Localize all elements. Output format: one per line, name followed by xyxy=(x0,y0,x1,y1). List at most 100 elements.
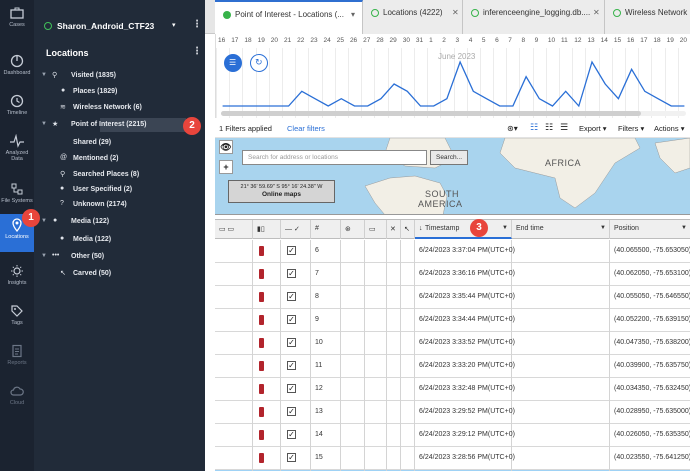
row-checkbox[interactable]: ✓ xyxy=(287,269,296,278)
tag-filter-icon[interactable]: ⊛▾ xyxy=(507,124,518,133)
table-row[interactable]: ✓ 14 6/24/2023 3:29:12 PM(UTC+0) (40.026050… xyxy=(215,424,690,447)
tree-item-searched-places[interactable]: ⚲ Searched Places (8) xyxy=(34,169,205,183)
table-row[interactable]: ✓ 7 6/24/2023 3:36:16 PM(UTC+0) (40.062050,… xyxy=(215,263,690,286)
table-cell: 6/24/2023 3:33:52 PM(UTC+0) xyxy=(415,332,515,355)
header-num[interactable]: # xyxy=(311,220,341,239)
tree-item-media[interactable]: ▼ ● Media (122) xyxy=(34,216,205,230)
rail-item-dashboard[interactable]: Dashboard xyxy=(0,50,34,86)
row-checkbox[interactable]: ✓ xyxy=(287,292,296,301)
header-tag[interactable]: ▮▯ xyxy=(253,220,281,239)
chevron-down-icon[interactable]: ▾ xyxy=(172,21,176,29)
rail-item-insights[interactable]: Insights xyxy=(0,260,34,296)
chevron-down-icon[interactable]: ▼ xyxy=(502,225,508,231)
close-icon: ✕ xyxy=(390,226,396,233)
table-cell: 6/24/2023 3:28:56 PM(UTC+0) xyxy=(415,447,515,470)
header-check[interactable]: — ✓ xyxy=(281,220,311,239)
rail-item-reports[interactable]: Reports xyxy=(0,340,34,376)
tag-color-icon xyxy=(259,453,264,463)
header-comment[interactable]: ▭ xyxy=(365,220,387,239)
rail-item-analyzed-data[interactable]: Analyzed Data xyxy=(0,130,34,168)
checklist-icon[interactable]: ☷ xyxy=(545,122,553,133)
rail-item-cloud[interactable]: Cloud xyxy=(0,380,34,416)
row-number: 13 xyxy=(315,408,323,415)
map-search-button[interactable]: Search... xyxy=(430,150,468,165)
row-checkbox[interactable]: ✓ xyxy=(287,407,296,416)
header-position[interactable]: Position ▼ xyxy=(610,220,690,239)
carve-icon: ↖ xyxy=(404,226,410,233)
table-row[interactable]: ✓ 9 6/24/2023 3:34:44 PM(UTC+0) (40.052200,… xyxy=(215,309,690,332)
map-layer-icon[interactable]: 👁 xyxy=(219,140,233,154)
tree-item-mentioned[interactable]: @ Mentioned (2) xyxy=(34,153,205,167)
table-row[interactable]: ✓ 11 6/24/2023 3:33:20 PM(UTC+0) (40.039900… xyxy=(215,355,690,378)
list-view-icon[interactable]: ☰ xyxy=(560,122,568,133)
tree-item-wireless-network[interactable]: ≋ Wireless Network (6) xyxy=(34,102,205,116)
actions-button[interactable]: Actions ▾ xyxy=(654,124,684,133)
case-selector[interactable]: Sharon_Android_CTF23 ▾ ⋮ xyxy=(34,18,205,34)
row-checkbox[interactable]: ✓ xyxy=(287,246,296,255)
export-button[interactable]: Export ▾ xyxy=(579,124,607,133)
chevron-down-icon[interactable]: ▼ xyxy=(41,218,47,224)
rail-item-timeline[interactable]: Timeline xyxy=(0,90,34,126)
timeline-scrollbar[interactable] xyxy=(221,111,686,116)
header-delete[interactable]: ✕ xyxy=(387,220,401,239)
header-tagged[interactable]: ⊛ xyxy=(341,220,365,239)
tree-item-other[interactable]: ▼ ••• Other (50) xyxy=(34,251,205,265)
header-end-time[interactable]: End time ▼ xyxy=(512,220,610,239)
chevron-down-icon[interactable]: ▼ xyxy=(41,253,47,259)
row-checkbox[interactable]: ✓ xyxy=(287,361,296,370)
map-search-input[interactable]: Search for address or locations xyxy=(242,150,427,165)
tree-item-unknown[interactable]: ? Unknown (2174) xyxy=(34,199,205,213)
timeline-refresh-button[interactable]: ↻ xyxy=(250,54,268,72)
tree-item-point-of-interest[interactable]: ▼ ★ Point of Interest (2215) xyxy=(34,119,205,133)
panel-kebab-icon[interactable]: ⋮ xyxy=(192,46,202,57)
tree-item-media-sub[interactable]: ● Media (122) xyxy=(34,234,205,248)
tree-item-places[interactable]: ● Places (1829) xyxy=(34,86,205,100)
filters-button[interactable]: Filters ▾ xyxy=(618,124,644,133)
table-cell: 6/24/2023 3:29:12 PM(UTC+0) xyxy=(415,424,515,447)
tab-locations[interactable]: Locations (4222) ✕ xyxy=(363,0,463,34)
tab-wireless-network[interactable]: Wireless Network xyxy=(605,0,690,34)
table-row[interactable]: ✓ 6 6/24/2023 3:37:04 PM(UTC+0) (40.065500,… xyxy=(215,240,690,263)
header-folder[interactable]: ▭ ▭ xyxy=(215,220,253,239)
table-row[interactable]: ✓ 10 6/24/2023 3:33:52 PM(UTC+0) (40.047350… xyxy=(215,332,690,355)
chevron-down-icon[interactable]: ▼ xyxy=(681,225,687,231)
row-checkbox[interactable]: ✓ xyxy=(287,315,296,324)
timeline-list-button[interactable]: ☰ xyxy=(224,54,242,72)
rail-item-cases[interactable]: Cases xyxy=(0,2,34,38)
zoom-in-button[interactable]: + xyxy=(219,160,233,174)
chevron-down-icon[interactable]: ▼ xyxy=(41,121,47,127)
tree-item-visited[interactable]: ▼ ⚲ Visited (1835) xyxy=(34,70,205,84)
map-coordinates-box[interactable]: 21° 36' 59.69" S 95° 16' 24.38" W Online… xyxy=(228,180,335,203)
tab-inferenceengine[interactable]: inferenceengine_logging.db.... ✕ xyxy=(463,0,605,34)
header-timestamp[interactable]: ↓ Timestamp ▼ xyxy=(415,220,512,239)
table-cell: 12 xyxy=(311,378,341,401)
chevron-down-icon[interactable]: ▾ xyxy=(351,10,355,19)
row-checkbox[interactable]: ✓ xyxy=(287,338,296,347)
table-cell xyxy=(215,286,253,309)
close-icon[interactable]: ✕ xyxy=(452,8,459,17)
table-row[interactable]: ✓ 15 6/24/2023 3:28:56 PM(UTC+0) (40.023550… xyxy=(215,447,690,470)
grid-view-icon[interactable]: ☷ xyxy=(530,122,538,133)
row-checkbox[interactable]: ✓ xyxy=(287,453,296,462)
close-icon[interactable]: ✕ xyxy=(593,8,600,17)
tree-item-carved[interactable]: ↖ Carved (50) xyxy=(34,268,205,282)
chevron-down-icon[interactable]: ▼ xyxy=(41,72,47,78)
clear-filters-link[interactable]: Clear filters xyxy=(287,124,325,133)
tab-point-of-interest[interactable]: Point of Interest - Locations (... ▾ xyxy=(215,0,363,34)
tree-item-shared[interactable]: Shared (29) xyxy=(34,137,205,151)
scrollbar-thumb[interactable] xyxy=(221,111,641,116)
tree-item-user-specified[interactable]: ● User Specified (2) xyxy=(34,184,205,198)
timeline-chart[interactable]: 16 17 18 19 20 21 22 23 24 25 26 27 28 29 30 31 1 2 3 4 5 6 7 8… xyxy=(215,34,690,118)
map-view[interactable]: 👁 + Search for address or locations Sear… xyxy=(215,138,690,215)
rail-item-tags[interactable]: Tags xyxy=(0,300,34,336)
row-checkbox[interactable]: ✓ xyxy=(287,430,296,439)
row-checkbox[interactable]: ✓ xyxy=(287,384,296,393)
header-carve[interactable]: ↖ xyxy=(401,220,415,239)
table-row[interactable]: ✓ 12 6/24/2023 3:32:48 PM(UTC+0) (40.034350… xyxy=(215,378,690,401)
table-cell: ✓ xyxy=(281,378,311,401)
case-kebab-icon[interactable]: ⋮ xyxy=(192,19,202,30)
table-row[interactable]: ✓ 8 6/24/2023 3:35:44 PM(UTC+0) (40.055050,… xyxy=(215,286,690,309)
row-timestamp: 6/24/2023 3:36:16 PM(UTC+0) xyxy=(419,270,515,277)
table-row[interactable]: ✓ 13 6/24/2023 3:29:52 PM(UTC+0) (40.028950… xyxy=(215,401,690,424)
chevron-down-icon[interactable]: ▼ xyxy=(600,225,606,231)
